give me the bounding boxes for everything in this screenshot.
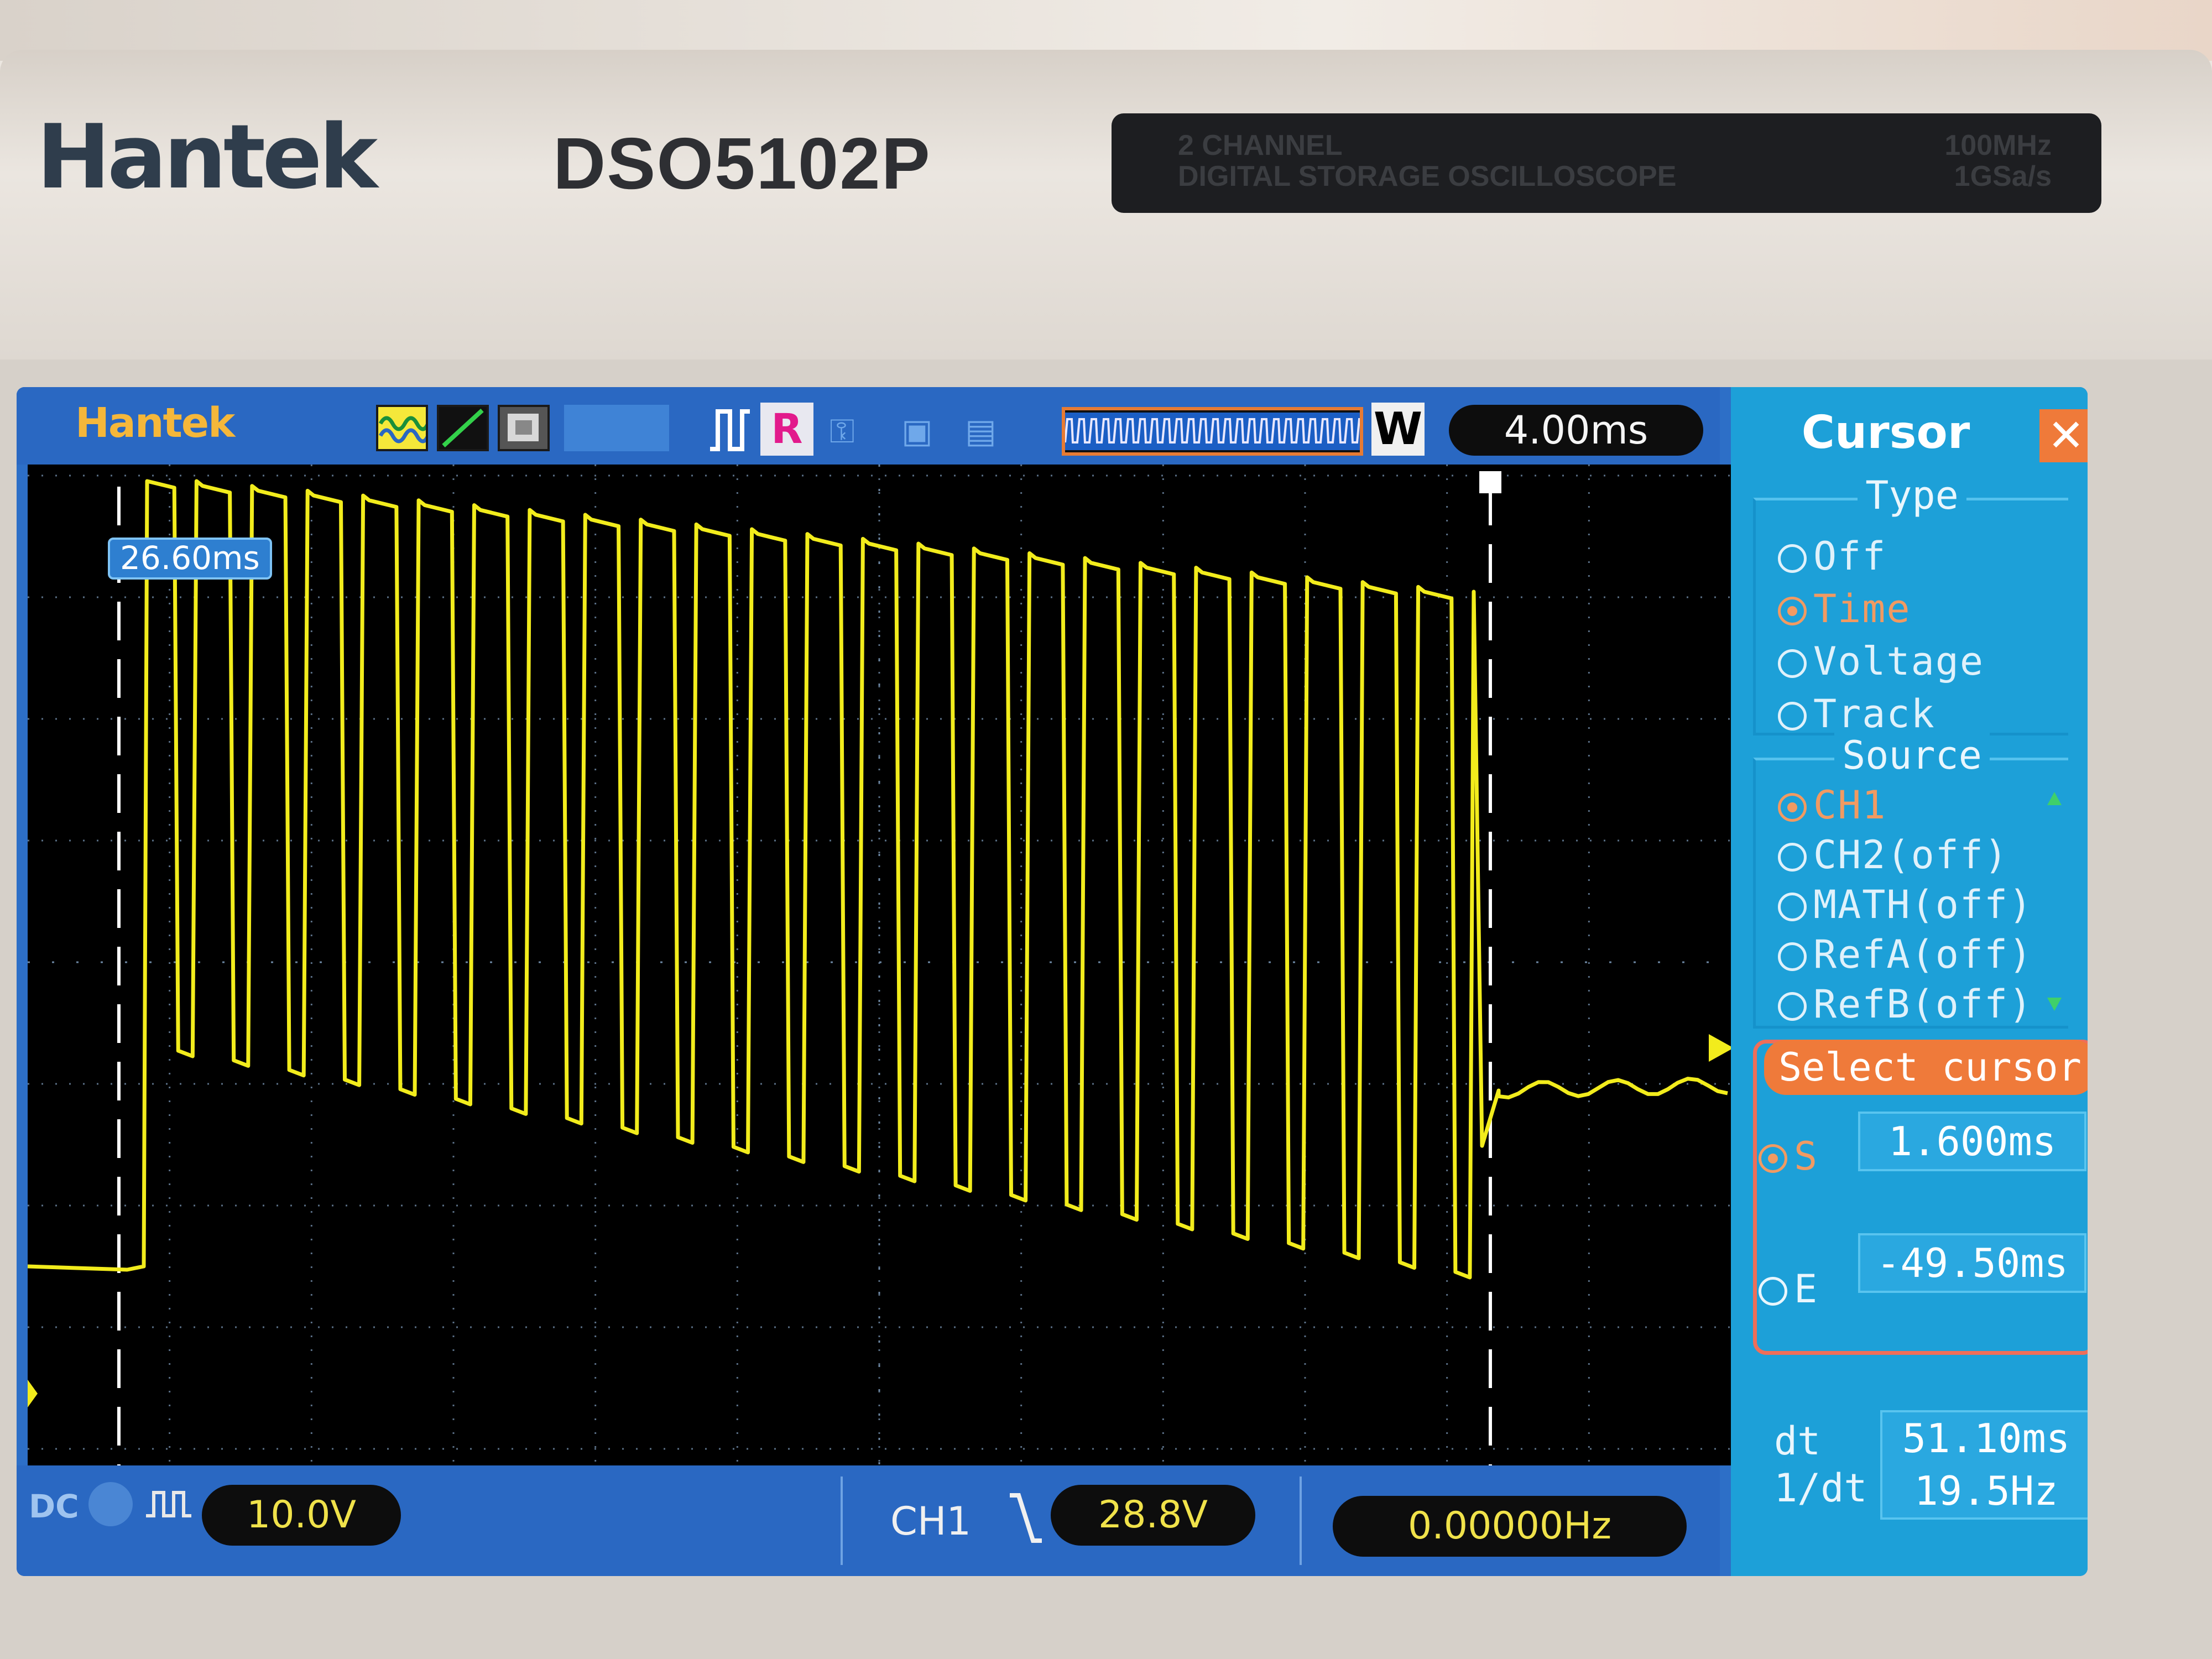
bottom-divider-2 bbox=[1300, 1477, 1302, 1565]
print-icon: ▤ bbox=[965, 412, 997, 451]
cursor-e-value[interactable]: -49.50ms bbox=[1858, 1233, 2086, 1293]
vector-line-icon bbox=[442, 409, 484, 447]
source-option-math[interactable]: MATH(off) bbox=[1778, 882, 2033, 927]
trigger-position-readout: 26.60ms bbox=[108, 538, 272, 580]
run-pulse-icon bbox=[710, 409, 750, 451]
trigger-level-readout[interactable]: 28.8V bbox=[1051, 1485, 1255, 1546]
bottom-status-bar: DC 10.0V CH1 28.8V 0.00000Hz bbox=[17, 1465, 1720, 1576]
save-icon: ▣ bbox=[901, 412, 933, 451]
memory-waveform-glyph-icon bbox=[1064, 413, 1369, 450]
vector-mode-icon[interactable] bbox=[437, 405, 489, 451]
plate-line1: 2 CHANNEL bbox=[1178, 129, 1343, 161]
ch1-scale-readout[interactable]: 10.0V bbox=[202, 1485, 401, 1546]
device-label-plate: 2 CHANNEL DIGITAL STORAGE OSCILLOSCOPE 1… bbox=[1112, 113, 2101, 213]
source-option-refa[interactable]: RefA(off) bbox=[1778, 932, 2033, 977]
cursor-e-tag bbox=[1479, 471, 1501, 493]
inv-dt-value: 19.5Hz bbox=[1914, 1468, 2058, 1514]
type-group-title: Type bbox=[1756, 473, 2068, 518]
window-indicator: W bbox=[1371, 403, 1425, 456]
oscilloscope-screen: Hantek R ⚿ ▣ ▤ W 4.00ms 26.60ms DC 10.0V… bbox=[17, 387, 2088, 1576]
radio-icon bbox=[1778, 544, 1807, 573]
radio-icon bbox=[1778, 893, 1807, 921]
bandwidth-limit-icon bbox=[88, 1482, 133, 1526]
inv-dt-label: 1/dt bbox=[1774, 1465, 1867, 1511]
screen-brand: Hantek bbox=[75, 399, 235, 447]
waveform-display-icon[interactable] bbox=[376, 405, 430, 451]
plate-spec2: 1GSa/s bbox=[1954, 160, 2052, 192]
radio-selected-icon bbox=[1759, 1144, 1787, 1173]
radio-selected-icon bbox=[1778, 597, 1807, 625]
probe-icon bbox=[146, 1491, 191, 1517]
status-blank-slot bbox=[564, 405, 669, 451]
radio-selected-icon bbox=[1778, 793, 1807, 822]
radio-icon bbox=[1778, 992, 1807, 1021]
dt-label: dt bbox=[1774, 1418, 1821, 1464]
radio-icon bbox=[1778, 843, 1807, 872]
source-group: Source CH1 CH2(off) MATH(off) RefA(off) … bbox=[1753, 733, 2068, 1029]
menu-title: Cursor bbox=[1801, 406, 1970, 459]
cursor-s-option[interactable]: S bbox=[1759, 1134, 1818, 1179]
source-option-refb[interactable]: RefB(off) bbox=[1778, 982, 2033, 1027]
falling-edge-icon bbox=[1010, 1493, 1042, 1543]
select-cursor-header: Select cursor bbox=[1764, 1040, 2088, 1095]
waveform-svg bbox=[28, 465, 1731, 1465]
cursor-e-option[interactable]: E bbox=[1759, 1266, 1818, 1312]
cursor-s-value[interactable]: 1.600ms bbox=[1858, 1112, 2086, 1171]
device-model: DSO5102P bbox=[553, 123, 931, 204]
radio-icon bbox=[1778, 942, 1807, 971]
key-icon: ⚿ bbox=[830, 412, 855, 451]
persistence-icon[interactable] bbox=[498, 405, 550, 451]
source-option-ch1[interactable]: CH1 bbox=[1778, 782, 1886, 828]
source-group-title: Source bbox=[1756, 733, 2068, 778]
source-option-ch2[interactable]: CH2(off) bbox=[1778, 832, 2008, 878]
waveform-glyph-icon bbox=[378, 416, 430, 444]
type-option-time[interactable]: Time bbox=[1778, 586, 1911, 632]
cursor-menu-panel: Cursor ✕ Type Off Time Voltage Track Sou… bbox=[1731, 387, 2088, 1576]
radio-icon bbox=[1778, 702, 1807, 731]
plate-description: 2 CHANNEL DIGITAL STORAGE OSCILLOSCOPE bbox=[1178, 130, 1676, 192]
radio-icon bbox=[1759, 1277, 1787, 1306]
trigger-source-label: CH1 bbox=[890, 1499, 972, 1544]
type-group: Type Off Time Voltage Track bbox=[1753, 473, 2068, 737]
persistence-glyph-icon bbox=[508, 414, 539, 441]
plate-specs: 100MHz 1GSa/s bbox=[1944, 130, 2052, 192]
waveform-plot: 26.60ms bbox=[28, 465, 1731, 1465]
memory-waveform-strip bbox=[1062, 407, 1369, 456]
dt-value: 51.10ms bbox=[1902, 1415, 2070, 1462]
scroll-down-icon[interactable] bbox=[2046, 995, 2063, 1012]
trigger-mode-indicator: R bbox=[760, 403, 813, 456]
timebase-readout[interactable]: 4.00ms bbox=[1449, 405, 1703, 456]
type-option-track[interactable]: Track bbox=[1778, 691, 1936, 737]
device-brand-logo: Hantek bbox=[36, 105, 378, 208]
coupling-indicator: DC bbox=[29, 1488, 79, 1525]
plate-spec1: 100MHz bbox=[1944, 129, 2052, 161]
type-option-voltage[interactable]: Voltage bbox=[1778, 639, 1984, 684]
top-status-bar: Hantek R ⚿ ▣ ▤ W 4.00ms bbox=[17, 387, 1720, 465]
bottom-divider bbox=[841, 1477, 843, 1565]
radio-icon bbox=[1778, 649, 1807, 678]
scroll-up-icon[interactable] bbox=[2046, 791, 2063, 807]
type-option-off[interactable]: Off bbox=[1778, 534, 1886, 579]
close-icon[interactable]: ✕ bbox=[2039, 409, 2088, 462]
dt-value-box: 51.10ms 19.5Hz bbox=[1880, 1410, 2088, 1520]
plate-line2: DIGITAL STORAGE OSCILLOSCOPE bbox=[1178, 160, 1677, 192]
frequency-readout: 0.00000Hz bbox=[1333, 1496, 1687, 1557]
